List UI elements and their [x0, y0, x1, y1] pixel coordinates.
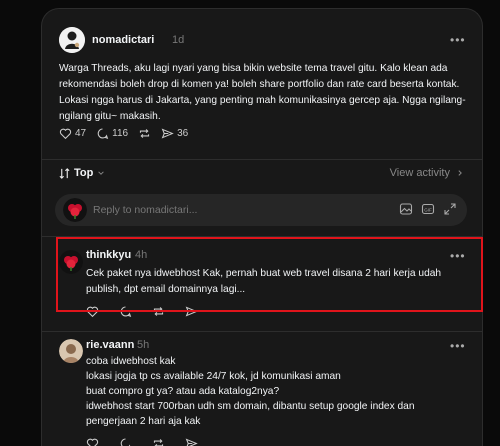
repost-button[interactable] [138, 127, 151, 140]
divider [42, 159, 482, 160]
comment-time: 5h [137, 339, 150, 351]
expand-icon[interactable] [443, 202, 457, 216]
sort-icon [59, 167, 70, 179]
comment-line: coba idwebhost kak [86, 356, 176, 367]
post-avatar[interactable] [59, 27, 85, 53]
comment-line: pengerjaan 2 hari aja kak [86, 416, 201, 427]
sort-dropdown[interactable]: Top [59, 167, 105, 179]
view-activity-link[interactable]: View activity [390, 167, 464, 179]
comment-item: rie.vaann 5h ••• coba idwebhost kak loka… [42, 337, 482, 446]
comment-avatar[interactable] [59, 339, 83, 363]
view-activity-label: View activity [389, 167, 450, 179]
main-post: nomadictari 1d ••• Warga Threads, aku la… [42, 9, 482, 159]
like-button[interactable]: 47 [59, 127, 86, 140]
post-body: Warga Threads, aku lagi nyari yang bisa … [59, 63, 466, 122]
comment-count: 116 [112, 128, 129, 139]
thread-panel: nomadictari 1d ••• Warga Threads, aku la… [41, 8, 483, 446]
image-icon[interactable] [399, 202, 413, 216]
send-icon [161, 128, 174, 139]
post-time: 1d [172, 34, 185, 46]
divider [42, 331, 482, 332]
sort-label: Top [74, 167, 94, 179]
post-actions: 47 116 36 [59, 127, 188, 140]
comment-actions [86, 437, 198, 446]
chevron-right-icon [458, 170, 462, 176]
gif-icon[interactable]: GIF [421, 202, 435, 216]
comment-icon [97, 128, 109, 140]
send-icon[interactable] [185, 437, 198, 446]
like-count: 47 [75, 128, 87, 139]
comment-icon[interactable] [119, 437, 132, 446]
comment-line: lokasi jogja tp cs available 24/7 kok, j… [86, 371, 341, 382]
comment-username[interactable]: rie.vaann [86, 339, 134, 351]
reply-avatar [63, 198, 87, 222]
post-more-icon[interactable]: ••• [450, 33, 466, 47]
highlight-box [56, 237, 483, 312]
repost-icon[interactable] [152, 437, 165, 446]
reply-placeholder: Reply to nomadictari... [93, 204, 198, 216]
chevron-down-icon [98, 171, 105, 175]
post-username[interactable]: nomadictari [92, 34, 154, 46]
svg-text:GIF: GIF [424, 207, 432, 212]
repost-icon [139, 129, 150, 138]
heart-icon[interactable] [86, 437, 99, 446]
reply-input[interactable]: Reply to nomadictari... GIF [55, 194, 467, 226]
comment-line: idwebhost start 700rban udh sm domain, d… [86, 401, 415, 412]
comment-more-icon[interactable]: ••• [450, 339, 466, 353]
share-button[interactable]: 36 [161, 127, 188, 140]
heart-icon [59, 128, 72, 140]
share-count: 36 [177, 128, 189, 139]
comment-button[interactable]: 116 [96, 127, 128, 140]
comment-line: buat compro gt ya? atau ada katalog2nya? [86, 386, 280, 397]
